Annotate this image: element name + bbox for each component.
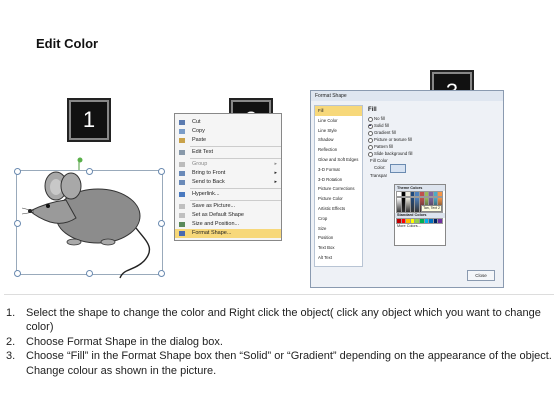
instruction-step: 3. Choose “Fill” in the Format Shape box … [6,350,552,377]
nav-item-picture-corrections[interactable]: Picture Corrections [315,184,362,194]
step-badge-1: 1 [69,100,109,140]
paste-icon [179,138,185,143]
color-swatch[interactable] [428,191,435,197]
instructions: 1. Select the shape to change the color a… [6,306,556,378]
menu-item-save-as-picture[interactable]: Save as Picture... [175,202,281,211]
menu-item-cut[interactable]: Cut [175,118,281,127]
group-icon [179,162,185,167]
color-label: Color: [374,165,386,170]
nav-item-reflection[interactable]: Reflection [315,145,362,155]
color-picker-button[interactable] [390,164,406,173]
color-swatch[interactable] [396,191,402,197]
color-shade-column[interactable] [414,197,421,213]
nav-item-line-style[interactable]: Line Style [315,126,362,136]
menu-item-hyperlink[interactable]: Hyperlink... [175,190,281,199]
radio-no-fill[interactable]: No fill [366,115,499,122]
radio-slide-background-fill[interactable]: Slide background fill [366,150,499,157]
color-swatch[interactable] [405,218,412,224]
color-tooltip: Tan, Text 2 [421,205,442,212]
color-palette-popup: Theme Colors Standard Colors More Colors… [394,184,446,246]
color-swatch[interactable] [409,218,416,224]
color-shade-column[interactable] [396,197,402,213]
page-title: Edit Color [36,36,99,51]
color-swatch[interactable] [423,191,430,197]
bring-front-icon [179,171,185,176]
color-swatch[interactable] [423,218,430,224]
nav-item-text-box[interactable]: Text Box [315,243,362,253]
close-button[interactable]: Close [467,270,495,281]
color-swatch[interactable] [400,218,407,224]
color-swatch[interactable] [414,218,421,224]
dialog-nav: Fill Line Color Line Style Shadow Reflec… [314,105,363,267]
menu-item-set-default-shape[interactable]: Set as Default Shape [175,211,281,220]
color-swatch[interactable] [405,191,412,197]
context-menu: Cut Copy Paste Edit Text Group ▸ Bring to… [174,113,282,241]
submenu-arrow-icon: ▸ [274,161,277,167]
scissors-icon [179,120,185,125]
menu-item-send-to-back[interactable]: Send to Back ▸ [175,178,281,187]
menu-item-paste[interactable]: Paste [175,136,281,145]
menu-item-format-shape[interactable]: Format Shape... [175,229,281,238]
nav-item-line-color[interactable]: Line Color [315,116,362,126]
color-swatch[interactable] [414,191,421,197]
nav-item-3d-rotation[interactable]: 3-D Rotation [315,175,362,185]
nav-item-alt-text[interactable]: Alt Text [315,253,362,263]
menu-item-bring-to-front[interactable]: Bring to Front ▸ [175,169,281,178]
color-shade-column[interactable] [405,197,412,213]
color-swatch[interactable] [418,191,425,197]
color-swatch[interactable] [432,191,439,197]
hyperlink-icon [179,192,185,197]
nav-item-artistic-effects[interactable]: Artistic Effects [315,204,362,214]
color-swatch[interactable] [409,191,416,197]
nav-item-size[interactable]: Size [315,224,362,234]
instruction-step: 1. Select the shape to change the color a… [6,307,541,334]
menu-item-group[interactable]: Group ▸ [175,160,281,169]
menu-item-size-and-position[interactable]: Size and Position... [175,220,281,229]
size-icon [179,222,185,227]
radio-picture-fill[interactable]: Picture or texture fill [366,136,499,143]
copy-icon [179,129,185,134]
color-swatch[interactable] [428,218,435,224]
fill-heading: Fill [368,107,377,113]
format-shape-icon [179,231,185,236]
radio-pattern-fill[interactable]: Pattern fill [366,143,499,150]
mouse-image[interactable] [16,156,166,281]
nav-item-position[interactable]: Position [315,233,362,243]
color-swatch[interactable] [418,218,425,224]
nav-item-crop[interactable]: Crop [315,214,362,224]
format-shape-dialog: Format Shape Fill Line Color Line Style … [310,90,504,288]
submenu-arrow-icon: ▸ [274,179,277,185]
nav-item-3d-format[interactable]: 3-D Format [315,165,362,175]
default-shape-icon [179,213,185,218]
nav-item-glow[interactable]: Glow and Soft Edges [315,155,362,165]
text-icon [179,150,185,155]
color-swatch[interactable] [396,218,402,224]
divider [4,294,554,295]
radio-solid-fill[interactable]: Solid fill [366,122,499,129]
nav-item-shadow[interactable]: Shadow [315,135,362,145]
menu-item-copy[interactable]: Copy [175,127,281,136]
color-shade-column[interactable] [400,197,407,213]
color-swatch[interactable] [432,218,439,224]
save-picture-icon [179,204,185,209]
color-swatch[interactable] [437,191,444,197]
more-colors-item[interactable]: More Colors... [395,224,445,229]
menu-item-edit-text[interactable]: Edit Text [175,148,281,157]
color-swatch[interactable] [437,218,444,224]
color-swatch[interactable] [400,191,407,197]
transparency-label: Transpar [370,173,388,178]
submenu-arrow-icon: ▸ [274,170,277,176]
nav-item-picture-color[interactable]: Picture Color [315,194,362,204]
color-shade-column[interactable] [409,197,416,213]
instruction-step: 2. Choose Format Shape in the dialog box. [6,335,223,348]
nav-item-fill[interactable]: Fill [315,106,362,116]
send-back-icon [179,180,185,185]
radio-gradient-fill[interactable]: Gradient fill [366,129,499,136]
dialog-title: Format Shape [311,91,503,101]
